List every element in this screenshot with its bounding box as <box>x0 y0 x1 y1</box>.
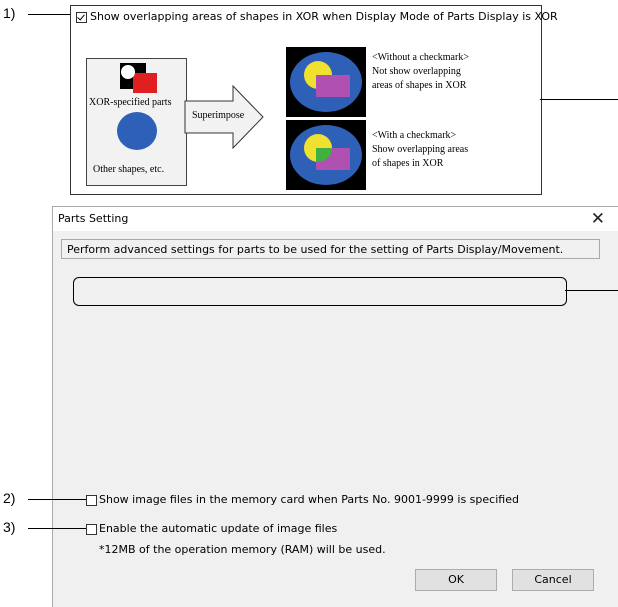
dialog-title: Parts Setting <box>58 212 129 225</box>
memory-note: *12MB of the operation memory (RAM) will… <box>99 543 386 556</box>
with-checkmark-line1: Show overlapping areas <box>372 144 469 155</box>
result-without-checkmark-image <box>286 47 366 117</box>
dialog-titlebar: Parts Setting ✕ <box>53 207 618 231</box>
description-text: Perform advanced settings for parts to b… <box>67 243 564 256</box>
parts-setting-dialog: Parts Setting ✕ Perform advanced setting… <box>52 206 618 607</box>
cancel-button[interactable]: Cancel <box>512 569 594 591</box>
close-icon[interactable]: ✕ <box>591 209 605 229</box>
ok-button[interactable]: OK <box>415 569 497 591</box>
without-checkmark-line2: areas of shapes in XOR <box>372 80 467 91</box>
other-shapes-label: Other shapes, etc. <box>93 164 165 175</box>
source-shapes-panel: XOR-specified parts Other shapes, etc. <box>86 58 187 186</box>
xor-checkbox-label: Show overlapping areas of shapes in XOR … <box>90 10 558 23</box>
without-checkmark-title: <Without a checkmark> <box>372 52 469 63</box>
callout-leader-right-top <box>540 99 618 100</box>
superimpose-label: Superimpose <box>192 110 245 121</box>
callout-leader-1 <box>28 14 72 15</box>
callout-leader-2 <box>28 499 86 500</box>
xor-checkbox-checked <box>76 12 87 23</box>
without-checkmark-line1: Not show overlapping <box>372 66 461 77</box>
callout-leader-3 <box>28 528 86 529</box>
xor-parts-label: XOR-specified parts <box>89 97 172 108</box>
show-image-files-checkbox[interactable] <box>86 495 97 506</box>
callout-number-1: 1) <box>3 5 16 21</box>
with-checkmark-line2: of shapes in XOR <box>372 158 444 169</box>
show-image-files-label: Show image files in the memory card when… <box>99 493 519 506</box>
callout-number-2: 2) <box>3 490 16 506</box>
xor-option-highlight-frame <box>73 277 567 306</box>
description-bar: Perform advanced settings for parts to b… <box>61 239 600 259</box>
auto-update-checkbox[interactable] <box>86 524 97 535</box>
callout-number-3: 3) <box>3 519 16 535</box>
auto-update-label: Enable the automatic update of image fil… <box>99 522 338 535</box>
callout-leader-right-frame <box>565 290 618 291</box>
result-with-checkmark-image <box>286 120 366 190</box>
with-checkmark-title: <With a checkmark> <box>372 130 457 141</box>
